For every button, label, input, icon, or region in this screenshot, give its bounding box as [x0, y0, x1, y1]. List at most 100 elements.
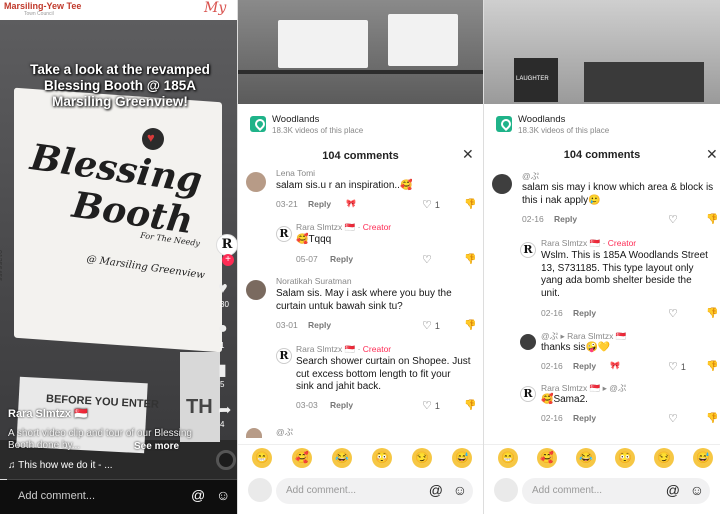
comment-date: 02-16: [522, 214, 544, 224]
emoji-laugh-icon[interactable]: 😂: [332, 448, 352, 468]
reply-button[interactable]: Reply: [330, 400, 353, 410]
music-track[interactable]: ♫ This how we do it - ...: [8, 460, 113, 471]
bookmark-icon[interactable]: ▮: [218, 360, 227, 380]
follow-plus-icon[interactable]: +: [222, 254, 234, 266]
mention-icon[interactable]: @: [429, 482, 443, 498]
share-icon[interactable]: ➦: [218, 400, 231, 420]
comment-author[interactable]: Rara Slmtzx 🇸🇬 · Creator: [296, 222, 391, 233]
like-icon[interactable]: ♡: [422, 253, 432, 266]
emoji-hearts-icon[interactable]: 🥰: [537, 448, 557, 468]
emoji-icon[interactable]: ☺: [690, 482, 704, 498]
comment-author[interactable]: Rara Slmtzx 🇸🇬 · Creator: [296, 344, 391, 355]
comment-author[interactable]: Rara Slmtzx 🇸🇬 ▸ @ぷ: [541, 382, 626, 394]
avatar[interactable]: R: [276, 348, 292, 364]
emoji-sweat-icon[interactable]: 😅: [693, 448, 713, 468]
emoji-sweat-icon[interactable]: 😅: [452, 448, 472, 468]
comment-author[interactable]: @ぷ: [276, 426, 293, 438]
see-more-link[interactable]: See more: [134, 441, 179, 452]
comments-sheet: Woodlands 18.3K videos of this place 104…: [484, 104, 720, 514]
avatar[interactable]: [246, 172, 266, 192]
dislike-icon[interactable]: 👎: [706, 413, 718, 424]
reply-button[interactable]: Reply: [554, 214, 577, 224]
add-comment-input[interactable]: Add comment... @ ☺: [276, 478, 473, 504]
reply-button[interactable]: Reply: [573, 361, 596, 371]
reply-button[interactable]: Reply: [573, 413, 596, 423]
comments-sheet: Woodlands 18.3K videos of this place 104…: [238, 104, 483, 514]
location-pin-icon: [250, 116, 266, 132]
mention-icon[interactable]: @: [191, 487, 205, 503]
location-subtitle: 18.3K videos of this place: [272, 126, 364, 135]
comment-author[interactable]: @ぷ: [522, 170, 539, 182]
like-icon[interactable]: ♡ 1: [422, 319, 440, 332]
video-author[interactable]: Rara Slmtzx 🇸🇬: [8, 407, 88, 420]
comment-text: Wslm. This is 185A Woodlands Street 13, …: [541, 250, 708, 299]
dislike-icon[interactable]: 👎: [464, 320, 476, 331]
dislike-icon[interactable]: 👎: [464, 199, 476, 210]
emoji-grin-icon[interactable]: 😁: [498, 448, 518, 468]
like-icon[interactable]: ♡ 1: [668, 360, 686, 373]
comments-panel-left: Woodlands 18.3K videos of this place 104…: [237, 0, 483, 514]
brand-bar: Marsiling-Yew Tee Town Council My: [0, 0, 237, 20]
avatar[interactable]: R: [520, 386, 536, 402]
avatar[interactable]: [492, 174, 512, 194]
emoji-laugh-icon[interactable]: 😂: [576, 448, 596, 468]
avatar[interactable]: [520, 334, 536, 350]
my-avatar: [494, 478, 518, 502]
location-name: Woodlands: [272, 114, 320, 125]
comment-date: 03-03: [296, 400, 318, 410]
comment-date: 02-16: [541, 361, 563, 371]
close-icon[interactable]: ✕: [706, 146, 718, 163]
comment-author[interactable]: @ぷ ▸ Rara Slmtzx 🇸🇬: [541, 330, 626, 342]
avatar[interactable]: [246, 428, 262, 438]
comment-input-bar: Add comment... @ ☺: [238, 476, 483, 514]
frame-text: LAUGHTER: [516, 76, 549, 82]
close-icon[interactable]: ✕: [462, 146, 474, 163]
my-avatar: [248, 478, 272, 502]
emoji-icon[interactable]: ☺: [216, 487, 230, 503]
like-icon[interactable]: ♥: [218, 280, 228, 298]
emoji-smirk-icon[interactable]: 😏: [654, 448, 674, 468]
add-comment-input[interactable]: Add comment...: [18, 490, 95, 502]
dislike-icon[interactable]: 👎: [706, 308, 718, 319]
emoji-icon[interactable]: ☺: [453, 482, 467, 498]
video-background: [238, 0, 483, 104]
like-icon[interactable]: ♡ 1: [422, 198, 440, 211]
comment-author[interactable]: Noratikah Suratman: [276, 276, 352, 286]
like-icon[interactable]: ♡ 1: [422, 399, 440, 412]
creator-avatar[interactable]: R: [216, 234, 237, 256]
comments-count-title: 104 comments: [563, 149, 641, 161]
like-icon[interactable]: ♡: [668, 213, 678, 226]
dislike-icon[interactable]: 👎: [706, 214, 718, 225]
dislike-icon[interactable]: 👎: [464, 400, 476, 411]
like-icon[interactable]: ♡: [668, 412, 678, 425]
background-text: TH: [186, 396, 213, 418]
avatar[interactable]: [246, 280, 266, 300]
avatar[interactable]: R: [276, 226, 292, 242]
emoji-hearts-icon[interactable]: 🥰: [292, 448, 312, 468]
brand-logo: My: [204, 0, 227, 16]
brand-subtitle: Town Council: [24, 11, 54, 17]
mention-icon[interactable]: @: [666, 482, 680, 498]
video-panel: Marsiling-Yew Tee Town Council My Blessi…: [0, 0, 237, 514]
bookmark-count: 5: [220, 380, 225, 389]
reply-button[interactable]: Reply: [308, 199, 331, 209]
reply-button[interactable]: Reply: [308, 320, 331, 330]
dislike-icon[interactable]: 👎: [706, 361, 718, 372]
dislike-icon[interactable]: 👎: [464, 254, 476, 265]
emoji-flushed-icon[interactable]: 😳: [372, 448, 392, 468]
emoji-flushed-icon[interactable]: 😳: [615, 448, 635, 468]
video-background: LAUGHTER: [484, 0, 720, 104]
comment-icon[interactable]: ●: [218, 320, 228, 338]
comment-author[interactable]: Lena Tomi: [276, 168, 315, 178]
share-count: 4: [220, 420, 225, 429]
emoji-grin-icon[interactable]: 😁: [252, 448, 272, 468]
music-disc-icon[interactable]: [216, 450, 236, 470]
comment-author[interactable]: Rara Slmtzx 🇸🇬 · Creator: [541, 238, 636, 249]
like-icon[interactable]: ♡: [668, 307, 678, 320]
avatar[interactable]: R: [520, 242, 536, 258]
reply-button[interactable]: Reply: [330, 254, 353, 264]
emoji-smirk-icon[interactable]: 😏: [412, 448, 432, 468]
reply-button[interactable]: Reply: [573, 308, 596, 318]
like-count: 1: [434, 401, 440, 411]
add-comment-input[interactable]: Add comment... @ ☺: [522, 478, 710, 504]
